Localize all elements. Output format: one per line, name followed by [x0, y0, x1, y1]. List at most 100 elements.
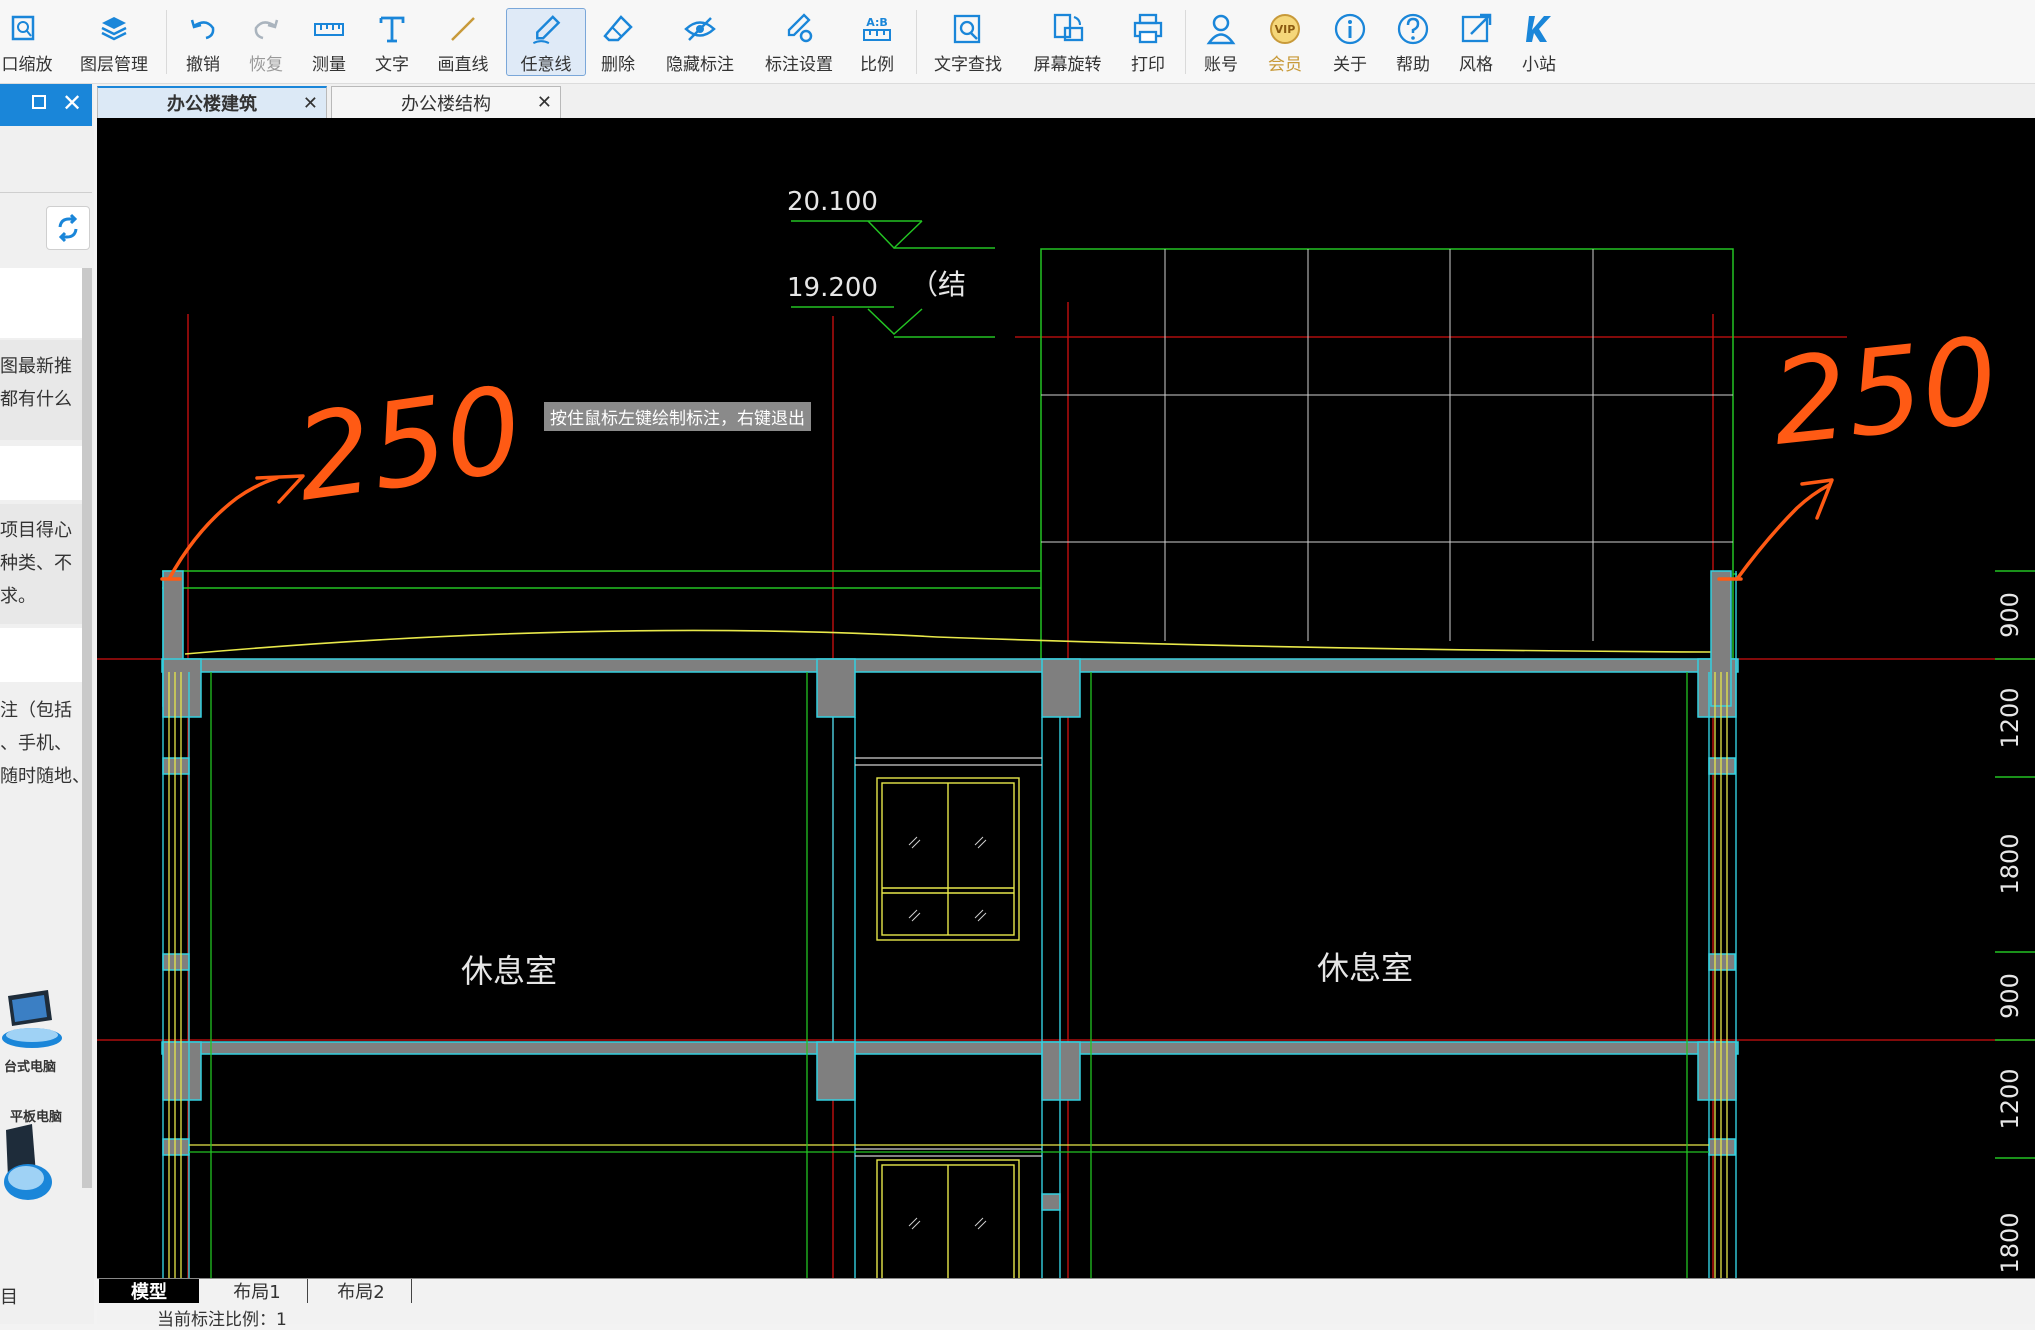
help-icon	[1397, 13, 1429, 45]
help-button[interactable]: 帮助	[1388, 8, 1438, 76]
style-icon	[1461, 13, 1492, 43]
account-button[interactable]: 账号	[1196, 8, 1246, 76]
tab-layout-1[interactable]: 布局1	[207, 1279, 308, 1303]
annotation-settings-button[interactable]: 标注设置	[759, 8, 839, 76]
vip-badge-icon: VIP	[1270, 14, 1300, 44]
wall-band	[162, 1138, 190, 1156]
draw-line-button[interactable]: 画直线	[430, 8, 496, 76]
annotation-settings-icon	[787, 13, 813, 43]
zoom-window-icon	[11, 15, 35, 41]
tab-model[interactable]: 模型	[99, 1279, 199, 1303]
news-line-1: 图最新推	[0, 356, 72, 377]
help-label: 帮助	[1396, 55, 1430, 75]
markup-annotation-left[interactable]: 250	[288, 360, 530, 528]
info-icon	[1334, 13, 1366, 45]
undo-button[interactable]: 撤销	[178, 8, 228, 76]
feature-line-2: 种类、不	[0, 553, 72, 574]
markup-annotation-right[interactable]: 250	[1766, 311, 2004, 472]
beam-right-lower	[1697, 1041, 1737, 1101]
panel-divider	[0, 192, 92, 193]
roof-grid	[1041, 249, 1733, 641]
mini-site-label: 小站	[1522, 55, 1556, 75]
print-button[interactable]: 打印	[1123, 8, 1173, 76]
dimension-label: 1200	[1996, 1068, 2024, 1129]
text-button[interactable]: 文字	[367, 8, 417, 76]
left-panel-bottom-text: 目	[0, 1287, 18, 1308]
elevation-triangle	[867, 220, 923, 250]
platform-line-1: 注（包括	[0, 700, 72, 721]
tab-office-architecture[interactable]: 办公楼建筑 ✕	[97, 86, 327, 118]
scale-label: 比例	[860, 55, 894, 75]
annotation-settings-label: 标注设置	[765, 55, 833, 75]
parapet-lines	[162, 570, 1737, 589]
feature-card[interactable]: 项目得心 种类、不 求。	[0, 504, 82, 624]
tab-close-icon[interactable]: ✕	[537, 92, 552, 113]
glass-mark	[908, 1217, 921, 1230]
restore-window-icon[interactable]	[32, 95, 46, 109]
main-toolbar: 口缩放 图层管理 撤销 恢复 测量 文字 画直线 任意线 删除 隐藏标注 标注设…	[0, 0, 2035, 84]
style-button[interactable]: 风格	[1451, 8, 1501, 76]
vip-button[interactable]: VIP 会员	[1260, 8, 1310, 76]
layers-icon	[101, 17, 127, 41]
sync-button[interactable]	[46, 206, 90, 250]
vip-label: 会员	[1268, 55, 1302, 75]
zoom-window-label: 口缩放	[1, 55, 53, 75]
tab-office-structure[interactable]: 办公楼结构 ✕	[331, 86, 561, 118]
rotate-screen-label: 屏幕旋转	[1033, 55, 1102, 75]
sync-icon	[58, 213, 78, 243]
wall-band	[162, 953, 190, 971]
measure-ruler-icon	[314, 23, 344, 36]
tab-close-icon[interactable]: ✕	[303, 93, 318, 114]
account-label: 账号	[1204, 55, 1238, 75]
tab-layout-2[interactable]: 布局2	[311, 1279, 412, 1303]
about-button[interactable]: 关于	[1325, 8, 1375, 76]
cad-drawing[interactable]: 20.100 19.200 （结 休息室 休息室 900 1200 1800 9…	[97, 118, 2035, 1278]
roof-slope-line	[184, 629, 1712, 655]
markup-arrow-right[interactable]	[1735, 483, 1831, 581]
rotate-screen-icon	[1053, 13, 1083, 42]
mini-site-button[interactable]: 小站	[1514, 8, 1564, 76]
text-icon	[379, 16, 405, 43]
line-icon	[451, 17, 475, 41]
layer-manager-button[interactable]: 图层管理	[74, 8, 154, 76]
hide-annotation-button[interactable]: 隐藏标注	[660, 8, 740, 76]
measure-label: 测量	[312, 55, 346, 75]
redo-button[interactable]: 恢复	[241, 8, 291, 76]
status-bar: 当前标注比例：1	[97, 1305, 2035, 1330]
text-search-button[interactable]: 文字查找	[928, 8, 1008, 76]
text-label: 文字	[375, 55, 409, 75]
layout-tab-bar: 模型 布局1 布局2	[97, 1278, 2035, 1305]
left-panel-scrollbar[interactable]	[82, 268, 92, 1188]
document-tab-bar: 办公楼建筑 ✕ 办公楼结构 ✕	[97, 84, 2035, 118]
close-panel-icon[interactable]: ✕	[62, 88, 82, 118]
markup-arrowhead-left[interactable]	[255, 474, 305, 504]
dimension-label: 1800	[1996, 833, 2024, 894]
dimension-label: 900	[1996, 973, 2024, 1019]
measure-button[interactable]: 测量	[304, 8, 354, 76]
freehand-line-button[interactable]: 任意线	[506, 8, 586, 76]
elevation-triangle	[867, 308, 923, 336]
hide-eye-icon	[684, 17, 716, 41]
roof-frame	[1040, 248, 1734, 672]
scale-button[interactable]: A:B 比例	[852, 8, 902, 76]
left-panel-blank-card	[0, 268, 82, 338]
wall-lines-cyan	[162, 571, 1737, 1278]
tablet-icon	[4, 1124, 52, 1200]
glass-mark	[908, 836, 921, 849]
wall-band	[1041, 1193, 1061, 1211]
beam-mid-left	[816, 658, 856, 718]
delete-label: 删除	[601, 55, 635, 75]
left-panel-blank-card	[0, 628, 82, 682]
k-logo-icon	[1526, 16, 1551, 42]
markup-arrow-left[interactable]	[167, 476, 279, 581]
eraser-icon	[603, 15, 633, 42]
feature-line-1: 项目得心	[0, 520, 72, 541]
news-card[interactable]: 图最新推 都有什么	[0, 340, 82, 440]
scale-icon: A:B	[863, 16, 891, 41]
delete-button[interactable]: 删除	[593, 8, 643, 76]
drawing-canvas[interactable]: 20.100 19.200 （结 休息室 休息室 900 1200 1800 9…	[97, 118, 2035, 1278]
rotate-screen-button[interactable]: 屏幕旋转	[1025, 8, 1110, 76]
room-label-left: 休息室	[461, 952, 557, 990]
zoom-window-button[interactable]: 口缩放	[0, 8, 54, 76]
platform-card[interactable]: 注（包括 、手机、 随时随地、 台式电脑 平板电脑	[0, 684, 90, 1304]
